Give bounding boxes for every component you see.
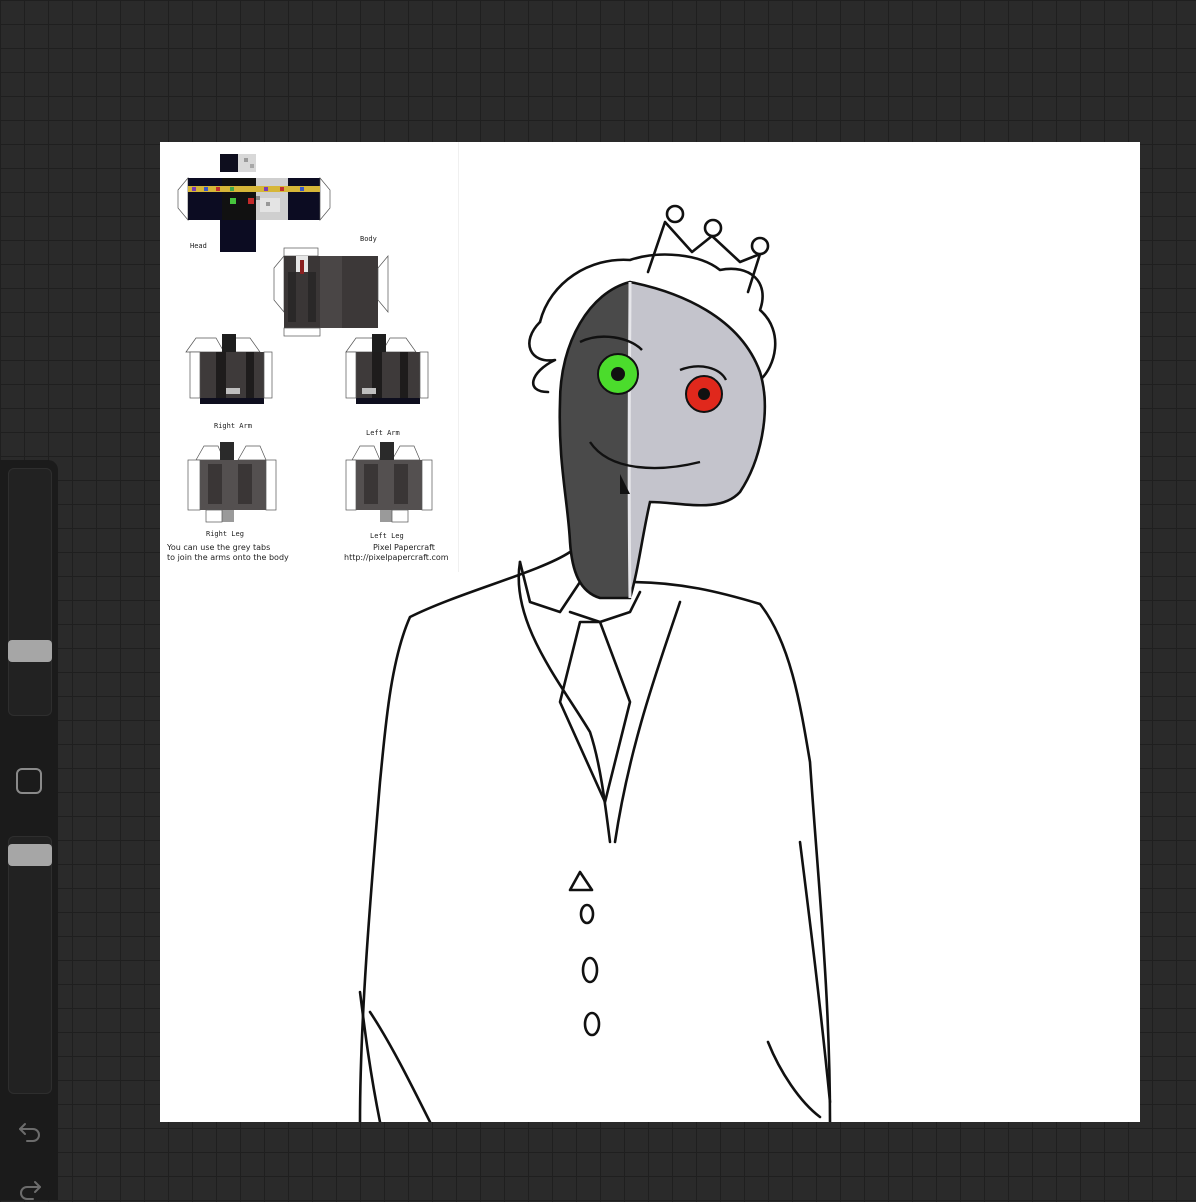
face bbox=[558, 280, 767, 600]
square-modifier-icon[interactable] bbox=[16, 768, 42, 794]
crown-outline bbox=[646, 220, 762, 294]
opacity-thumb[interactable] bbox=[8, 844, 52, 866]
brush-size-thumb[interactable] bbox=[8, 640, 52, 662]
opacity-slider[interactable] bbox=[8, 836, 52, 1094]
character-drawing bbox=[358, 204, 832, 1122]
tool-sidebar bbox=[0, 460, 58, 1200]
face-light-half bbox=[630, 282, 765, 598]
drawing-canvas[interactable]: Head Body Right Arm Left Arm Right Leg L… bbox=[160, 142, 1140, 1122]
brush-size-slider[interactable] bbox=[8, 468, 52, 716]
jacket-left-edge bbox=[358, 550, 572, 1122]
necktie bbox=[558, 620, 632, 804]
redo-icon[interactable] bbox=[17, 1176, 43, 1202]
undo-icon[interactable] bbox=[17, 1118, 43, 1144]
